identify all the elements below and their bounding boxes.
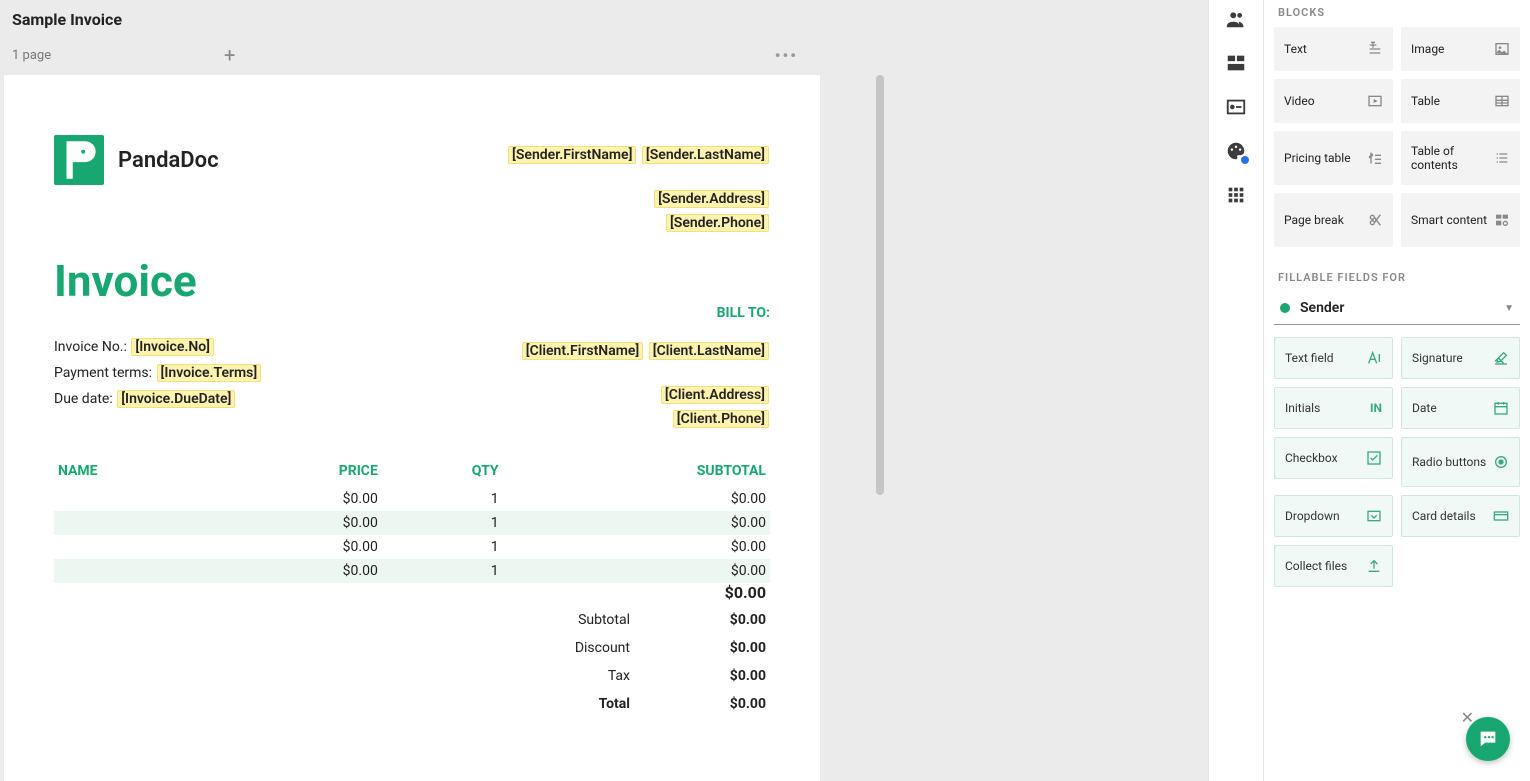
date-icon [1493,400,1509,416]
content-icon[interactable] [1225,52,1247,74]
block-table[interactable]: Table [1401,79,1520,123]
table-row[interactable]: $0.001$0.00 [54,511,770,535]
text-field-icon [1366,350,1382,366]
chevron-down-icon: ▼ [1504,303,1514,314]
apps-icon[interactable] [1225,184,1247,206]
sender-firstname-token[interactable]: [Sender.FirstName] [508,146,636,164]
recipients-icon[interactable] [1225,8,1247,30]
due-date-label: Due date: [54,391,113,407]
radio-icon [1493,454,1509,470]
brand-logo-text: PandaDoc [118,148,219,173]
table-row[interactable]: $0.001$0.00 [54,559,770,583]
bill-to-label: BILL TO: [521,305,770,321]
page-break-icon [1367,212,1383,228]
field-text[interactable]: Text field [1274,337,1393,379]
upload-icon [1366,558,1382,574]
add-page-button[interactable]: + [224,43,235,67]
scrollbar-thumb[interactable] [876,75,884,495]
col-qty: QTY [382,455,503,487]
tax-label: Tax [506,668,666,684]
block-toc[interactable]: Table of contents [1401,131,1520,185]
image-block-icon [1494,41,1510,57]
page-count: 1 page [8,48,51,63]
bill-to-block: BILL TO: [Client.FirstName] [Client.Last… [521,305,770,429]
recipient-color-dot [1280,303,1290,313]
client-address-token[interactable]: [Client.Address] [661,386,769,404]
more-menu-button[interactable]: ••• [775,46,798,65]
block-smart-content[interactable]: Smart content [1401,193,1520,247]
sender-block: [Sender.FirstName] [Sender.LastName] [Se… [507,145,770,233]
properties-panel: BLOCKS Text Image Video Table Pricing ta… [1264,0,1530,781]
text-block-icon [1367,41,1383,57]
tax-value: $0.00 [666,668,766,684]
pricing-table-icon [1367,150,1383,166]
total-label: Total [506,696,666,712]
dropdown-icon [1366,508,1382,524]
field-signature[interactable]: Signature [1401,337,1520,379]
block-pricing-table[interactable]: Pricing table [1274,131,1393,185]
smart-content-icon [1494,212,1510,228]
payment-terms-label: Payment terms: [54,365,152,381]
discount-value: $0.00 [666,640,766,656]
field-date[interactable]: Date [1401,387,1520,429]
total-value: $0.00 [666,696,766,712]
pricing-table[interactable]: NAME PRICE QTY SUBTOTAL $0.001$0.00 $0.0… [54,455,770,583]
subtotal-value: $0.00 [666,612,766,628]
block-text[interactable]: Text [1274,27,1393,71]
block-page-break[interactable]: Page break [1274,193,1393,247]
field-card[interactable]: Card details [1401,495,1520,537]
col-price: PRICE [219,455,382,487]
tool-rail [1208,0,1264,781]
brand-logo-icon [54,135,104,185]
col-name: NAME [54,455,219,487]
design-icon[interactable] [1225,140,1247,162]
field-radio[interactable]: Radio buttons [1401,437,1520,487]
table-row[interactable]: $0.001$0.00 [54,487,770,511]
blocks-section-title: BLOCKS [1278,6,1520,19]
document-page[interactable]: PandaDoc [Sender.FirstName] [Sender.Last… [4,75,820,781]
invoice-no-label: Invoice No.: [54,339,127,355]
table-row[interactable]: $0.001$0.00 [54,535,770,559]
table-block-icon [1494,93,1510,109]
recipient-name: Sender [1300,300,1344,316]
block-video[interactable]: Video [1274,79,1393,123]
video-block-icon [1367,93,1383,109]
sender-address-token[interactable]: [Sender.Address] [654,190,769,208]
sender-phone-token[interactable]: [Sender.Phone] [666,214,769,232]
invoice-no-token[interactable]: [Invoice.No] [131,338,214,356]
discount-label: Discount [506,640,666,656]
block-image[interactable]: Image [1401,27,1520,71]
signature-icon [1493,350,1509,366]
field-initials[interactable]: InitialsIN [1274,387,1393,429]
field-dropdown[interactable]: Dropdown [1274,495,1393,537]
sender-lastname-token[interactable]: [Sender.LastName] [642,146,769,164]
recipient-selector[interactable]: Sender ▼ [1274,292,1520,325]
invoice-terms-token[interactable]: [Invoice.Terms] [157,364,262,382]
subtotal-label: Subtotal [506,612,666,628]
checkbox-icon [1366,450,1382,466]
invoice-duedate-token[interactable]: [Invoice.DueDate] [117,390,235,408]
client-firstname-token[interactable]: [Client.FirstName] [522,342,644,360]
initials-icon: IN [1370,401,1382,415]
field-collect-files[interactable]: Collect files [1274,545,1393,587]
chat-fab[interactable] [1466,717,1510,761]
client-phone-token[interactable]: [Client.Phone] [673,410,769,428]
col-subtotal: SUBTOTAL [503,455,770,487]
invoice-heading: Invoice [54,255,770,307]
fields-section-title: FILLABLE FIELDS FOR [1278,271,1520,284]
toc-icon [1494,150,1510,166]
variables-icon[interactable] [1225,96,1247,118]
document-title[interactable]: Sample Invoice [12,10,1196,29]
table-sum: $0.00 [54,583,770,602]
client-lastname-token[interactable]: [Client.LastName] [649,342,769,360]
card-icon [1493,508,1509,524]
field-checkbox[interactable]: Checkbox [1274,437,1393,479]
